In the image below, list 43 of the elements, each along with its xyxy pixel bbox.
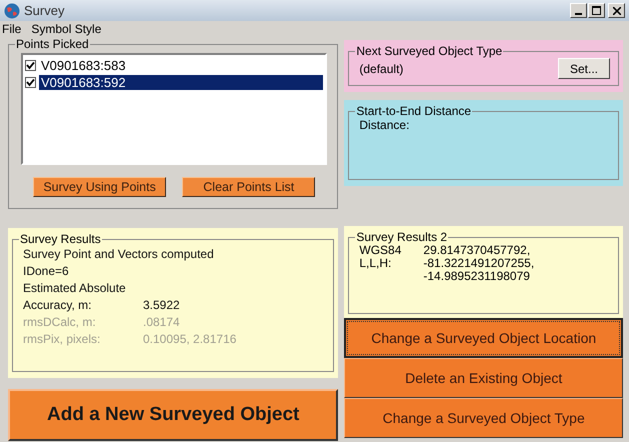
result-label: IDone=6 [23, 263, 70, 280]
list-item[interactable]: V0901683:592 [39, 75, 324, 90]
points-list[interactable]: V0901683:583 V0901683:592 [21, 53, 328, 165]
window-title: Survey [24, 3, 66, 18]
action-button[interactable]: Clear Points List [182, 177, 316, 197]
menu-item[interactable]: File [2, 22, 22, 36]
group-title: Start-to-End Distance [355, 104, 472, 118]
list-item[interactable]: V0901683:583 [39, 58, 324, 73]
result-label: WGS84 [359, 244, 402, 257]
result-value: 0.10095, 2.81716 [142, 331, 236, 348]
object-type-value: (default) [359, 62, 404, 76]
checkbox[interactable] [25, 77, 36, 88]
set-button[interactable]: Set... [558, 58, 610, 79]
result-value: 29.8147370457792, [423, 244, 532, 257]
group-title: Survey Results [19, 232, 102, 246]
result-label: L,L,H: [359, 257, 392, 270]
distance-label: Distance: [359, 118, 410, 132]
action-button[interactable]: Survey Using Points [33, 177, 166, 197]
group-title: Points Picked [15, 37, 90, 51]
minimize-button[interactable] [570, 3, 587, 18]
result-label: Survey Point and Vectors computed [23, 246, 214, 263]
minimize-icon [575, 12, 582, 14]
result-value: .08174 [142, 314, 180, 331]
result-value: 3.5922 [142, 297, 180, 314]
result-label: rmsPix, pixels: [23, 331, 102, 348]
close-icon [612, 6, 620, 14]
action-button[interactable]: Delete an Existing Object [344, 358, 623, 398]
result-label: Accuracy, m: [23, 297, 92, 314]
close-button[interactable] [608, 3, 625, 18]
result-value: -14.9895231198079 [423, 270, 531, 283]
result-value: -81.3221491207255, [423, 257, 534, 270]
maximize-icon [592, 6, 601, 15]
maximize-button[interactable] [588, 3, 605, 18]
group-title: Survey Results 2 [355, 230, 448, 244]
checkbox[interactable] [25, 60, 36, 71]
group-title: Next Surveyed Object Type [355, 44, 504, 58]
menu-item[interactable]: Symbol Style [31, 22, 102, 36]
add-object-button[interactable]: Add a New Surveyed Object [8, 389, 338, 441]
globe-icon [4, 2, 20, 18]
action-button[interactable]: Change a Surveyed Object Location [344, 318, 623, 358]
result-label: rmsDCalc, m: [23, 314, 97, 331]
result-label: Estimated Absolute [23, 280, 127, 297]
action-button[interactable]: Change a Surveyed Object Type [344, 398, 623, 438]
